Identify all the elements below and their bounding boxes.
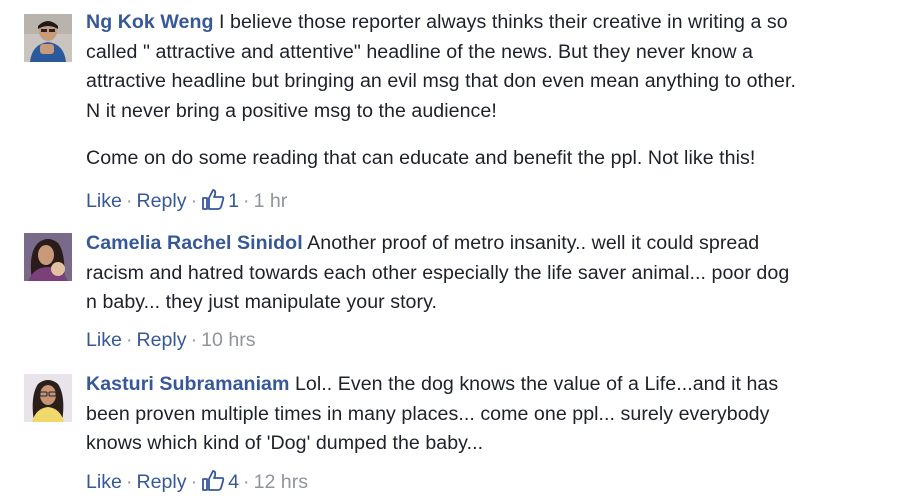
comment-text: been proven multiple times in many place… xyxy=(86,402,770,425)
comment-body: Camelia Rachel Sinidol Another proof of … xyxy=(86,229,898,318)
commenter-name[interactable]: Ng Kok Weng xyxy=(86,11,214,33)
comment-text: n baby... they just manipulate your stor… xyxy=(86,291,437,313)
comment-actions: Like · Reply · 4 · 12 hrs xyxy=(86,469,308,494)
separator-dot: · xyxy=(243,190,250,212)
separator-dot: · xyxy=(190,329,198,351)
separator-dot: · xyxy=(190,471,198,493)
avatar[interactable] xyxy=(24,14,72,62)
reaction-count: 4 xyxy=(228,471,240,493)
comment-text: attractive headline but bringing an evil… xyxy=(86,70,796,92)
commenter-name[interactable]: Camelia Rachel Sinidol xyxy=(86,232,303,254)
like-link[interactable]: Like xyxy=(86,329,122,351)
comment-timestamp[interactable]: 12 hrs xyxy=(254,471,308,493)
profile-photo xyxy=(24,14,72,62)
comment-line: Ng Kok Weng I believe those reporter alw… xyxy=(86,8,898,38)
comment-text: I believe those reporter always thinks t… xyxy=(219,11,788,33)
profile-photo xyxy=(24,374,72,422)
reaction-count-button[interactable]: 1 xyxy=(201,189,240,212)
comment-actions: Like · Reply · 10 hrs xyxy=(86,328,256,352)
thumbs-up-icon xyxy=(202,189,225,210)
comment-body: Ng Kok Weng I believe those reporter alw… xyxy=(86,8,898,174)
profile-photo xyxy=(24,233,72,281)
comment-actions: Like · Reply · 1 · 1 hr xyxy=(86,188,287,213)
separator-dot: · xyxy=(125,329,133,351)
comment-line: Camelia Rachel Sinidol Another proof of … xyxy=(86,229,898,259)
comment-text: Lol.. Even the dog knows the value of a … xyxy=(294,373,779,395)
comment-text: N it never bring a positive msg to the a… xyxy=(86,99,497,122)
comment-body: Kasturi Subramaniam Lol.. Even the dog k… xyxy=(86,370,898,459)
thumbs-up-icon xyxy=(202,470,225,491)
avatar[interactable] xyxy=(24,374,72,422)
comment-line: Kasturi Subramaniam Lol.. Even the dog k… xyxy=(86,370,898,400)
commenter-name[interactable]: Kasturi Subramaniam xyxy=(86,373,289,395)
reply-link[interactable]: Reply xyxy=(136,471,186,493)
comment-timestamp[interactable]: 1 hr xyxy=(254,190,288,212)
comment-timestamp[interactable]: 10 hrs xyxy=(201,329,255,351)
comment-text: called " attractive and attentive" headl… xyxy=(86,40,753,63)
reply-link[interactable]: Reply xyxy=(136,329,186,351)
comment-text: racism and hatred towards each other esp… xyxy=(86,261,790,284)
reply-link[interactable]: Reply xyxy=(136,190,186,212)
like-link[interactable]: Like xyxy=(86,190,122,212)
like-link[interactable]: Like xyxy=(86,471,122,493)
comment-text: Another proof of metro insanity.. well i… xyxy=(307,232,760,254)
reaction-count: 1 xyxy=(228,190,240,212)
reaction-count-button[interactable]: 4 xyxy=(201,470,240,493)
separator-dot: · xyxy=(190,190,198,212)
separator-dot: · xyxy=(125,190,133,212)
separator-dot: · xyxy=(125,471,133,493)
separator-dot: · xyxy=(243,471,250,493)
comment-text: Come on do some reading that can educate… xyxy=(86,147,756,169)
comment-text: knows which kind of 'Dog' dumped the bab… xyxy=(86,432,484,454)
avatar[interactable] xyxy=(24,233,72,281)
